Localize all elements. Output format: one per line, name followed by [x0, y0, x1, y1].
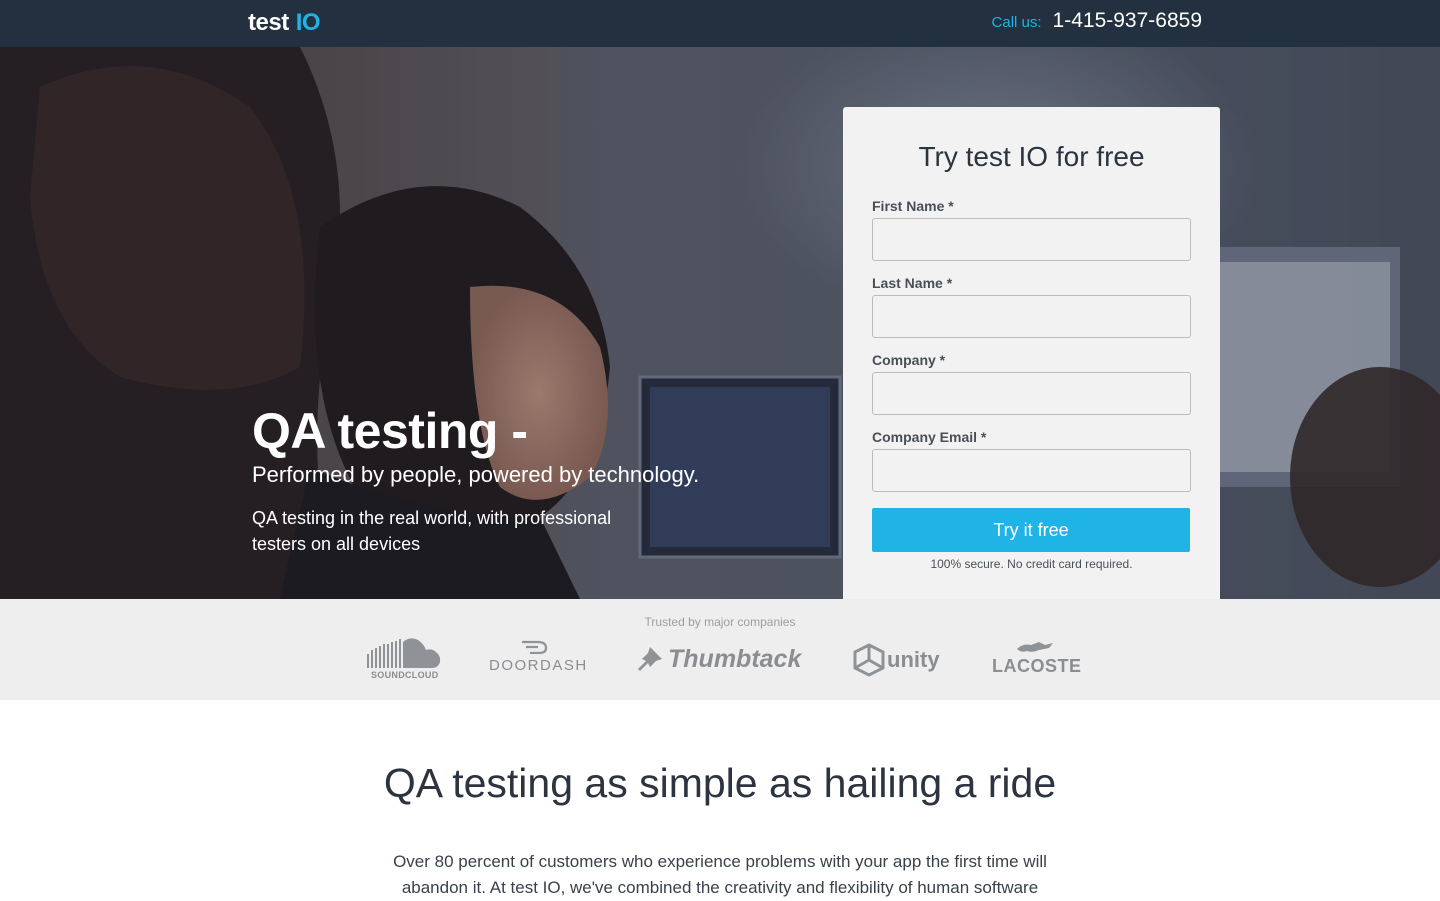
doordash-icon — [522, 640, 548, 654]
unity-wordmark: unity — [887, 647, 940, 672]
hero-title: QA testing - — [252, 403, 528, 459]
last-name-input[interactable] — [872, 295, 1191, 338]
unity-icon — [853, 643, 885, 677]
hero-section: QA testing - Performed by people, powere… — [0, 47, 1440, 599]
company-email-input[interactable] — [872, 449, 1191, 492]
thumbtack-icon — [638, 647, 662, 671]
crocodile-icon — [1017, 642, 1053, 652]
last-name-label: Last Name * — [872, 275, 953, 291]
form-title: Try test IO for free — [918, 141, 1145, 172]
try-it-free-button[interactable]: Try it free — [872, 508, 1190, 552]
phone-number-link[interactable]: 1-415-937-6859 — [1053, 9, 1202, 33]
lacoste-logo: LACOSTE — [991, 639, 1082, 677]
unity-logo: unity — [852, 642, 940, 678]
first-name-label: First Name * — [872, 198, 954, 214]
first-name-input[interactable] — [872, 218, 1191, 261]
secure-note: 100% secure. No credit card required. — [930, 557, 1133, 571]
company-email-label: Company Email * — [872, 429, 987, 445]
hero-subtitle: Performed by people, powered by technolo… — [252, 462, 700, 487]
doordash-wordmark: DOORDASH — [489, 657, 588, 674]
signup-form-card: Try test IO for free First Name * Last N… — [843, 107, 1220, 599]
thumbtack-logo: Thumbtack — [636, 642, 804, 676]
lacoste-wordmark: LACOSTE — [992, 656, 1082, 676]
thumbtack-wordmark: Thumbtack — [668, 644, 802, 673]
trusted-by-strip: Trusted by major companies SOUNDCLOUD DO… — [0, 599, 1440, 700]
top-navigation-bar: test IO Call us: 1-415-937-6859 — [0, 0, 1440, 47]
soundcloud-logo: SOUNDCLOUD — [366, 636, 442, 682]
logo-text-io: IO — [295, 9, 321, 36]
section-title: QA testing as simple as hailing a ride — [383, 760, 1057, 806]
call-us-label: Call us: — [991, 14, 1042, 31]
soundcloud-wordmark: SOUNDCLOUD — [371, 670, 439, 680]
company-label: Company * — [872, 352, 946, 368]
hero-overlay — [0, 47, 1440, 599]
testio-logo[interactable]: test IO — [248, 8, 321, 38]
call-us-block: Call us: 1-415-937-6859 — [992, 9, 1202, 33]
doordash-logo: DOORDASH — [489, 640, 586, 676]
section-body-text: Over 80 percent of customers who experie… — [393, 852, 1047, 897]
company-input[interactable] — [872, 372, 1191, 415]
logo-text-test: test — [248, 9, 289, 36]
trusted-by-label: Trusted by major companies — [644, 615, 796, 629]
hero-description: QA testing in the real world, with profe… — [252, 508, 612, 554]
